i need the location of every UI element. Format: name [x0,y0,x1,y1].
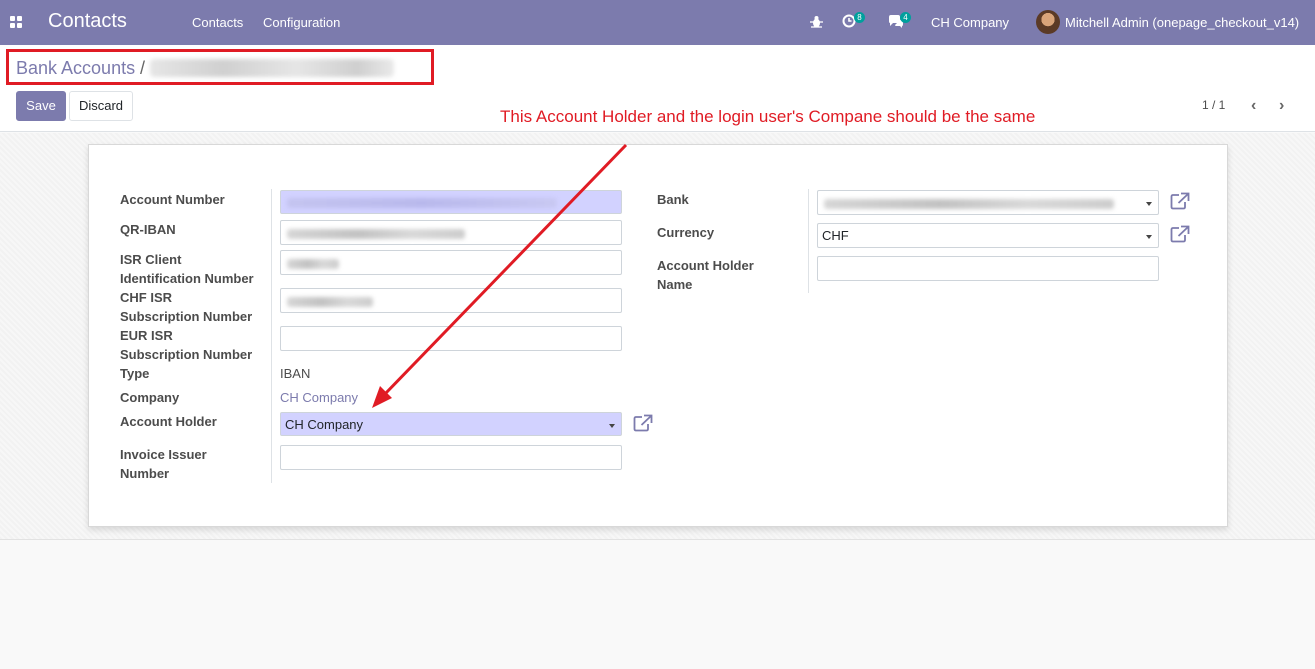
pager-previous-icon[interactable]: ‹ [1251,97,1256,115]
control-panel: Bank Accounts / Save Discard This Accoun… [0,45,1315,132]
account-number-blurred [287,198,557,208]
bank-value-blurred [824,199,1114,209]
qr-iban-blurred [287,229,465,239]
account-holder-name-field[interactable] [817,256,1159,281]
currency-select[interactable]: CHF [817,223,1159,248]
pager-next-icon[interactable]: › [1279,97,1284,115]
invoice-issuer-number-field[interactable] [280,445,622,470]
account-holder-value: CH Company [285,417,364,432]
label-account-number: Account Number [120,192,225,207]
isr-client-id-blurred [287,259,339,269]
label-company: Company [120,390,180,405]
label-chf-isr-line2: Subscription Number [120,309,253,324]
currency-external-link-icon[interactable] [1170,225,1190,243]
account-number-field[interactable] [280,190,622,214]
breadcrumb-bank-accounts[interactable]: Bank Accounts [16,58,135,79]
account-holder-select[interactable]: CH Company [280,412,622,436]
apps-menu-icon[interactable] [10,16,22,28]
type-value: IBAN [280,366,311,381]
label-isr-client-line2: Identification Number [120,271,254,286]
label-qr-iban: QR-IBAN [120,222,176,237]
right-group-divider [808,189,809,293]
bank-external-link-icon[interactable] [1170,192,1190,210]
bank-select[interactable] [817,190,1159,215]
label-eur-isr-line2: Subscription Number [120,347,253,362]
bug-icon[interactable] [810,15,823,29]
label-invoice-issuer-line1: Invoice Issuer [120,447,207,462]
label-account-holder: Account Holder [120,414,217,429]
form-view-background: Account Number QR-IBAN ISR Client Identi… [0,133,1315,540]
menu-configuration[interactable]: Configuration [263,15,340,30]
annotation-text: This Account Holder and the login user's… [500,107,1036,126]
label-bank: Bank [657,192,689,207]
label-account-holder-name-line1: Account Holder [657,258,754,273]
user-menu[interactable]: Mitchell Admin (onepage_checkout_v14) [1065,15,1299,30]
label-account-holder-name-line2: Name [657,277,693,292]
breadcrumb-separator: / [140,58,146,78]
save-button[interactable]: Save [16,91,66,121]
label-invoice-issuer-line2: Number [120,466,170,481]
left-group-divider [271,189,272,483]
discard-button[interactable]: Discard [69,91,133,121]
activity-count-badge: 8 [854,12,865,23]
app-title[interactable]: Contacts [48,10,127,33]
label-isr-client-line1: ISR Client [120,252,182,267]
user-avatar[interactable] [1036,10,1060,34]
company-link[interactable]: CH Company [280,390,358,405]
top-navbar: Contacts Contacts Configuration 8 4 CH C… [0,0,1315,45]
label-currency: Currency [657,225,715,240]
currency-dropdown-icon [1146,235,1152,239]
qr-iban-field[interactable] [280,220,622,245]
account-holder-external-link-icon[interactable] [633,414,653,432]
isr-client-id-field[interactable] [280,250,622,275]
messages-count-badge: 4 [900,12,911,23]
form-sheet: Account Number QR-IBAN ISR Client Identi… [88,144,1228,527]
chf-isr-subscription-field[interactable] [280,288,622,313]
label-eur-isr-line1: EUR ISR [120,328,173,343]
bank-dropdown-icon [1146,202,1152,206]
label-chf-isr-line1: CHF ISR [120,290,172,305]
label-type: Type [120,366,150,381]
eur-isr-subscription-field[interactable] [280,326,622,351]
menu-contacts[interactable]: Contacts [192,15,243,30]
breadcrumb-record-name-blurred [150,59,394,77]
account-holder-dropdown-icon [609,424,615,428]
pager-value[interactable]: 1 / 1 [1202,98,1225,112]
company-switcher[interactable]: CH Company [931,15,1009,30]
currency-value: CHF [822,228,849,243]
chf-isr-blurred [287,297,373,307]
